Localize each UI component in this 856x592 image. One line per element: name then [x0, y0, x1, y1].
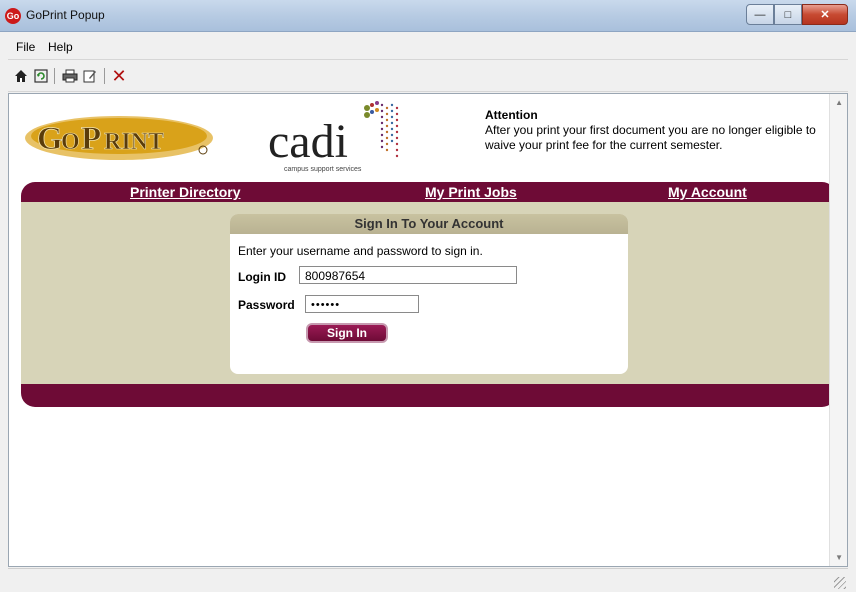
menu-help[interactable]: Help: [48, 40, 73, 54]
scroll-down-icon[interactable]: ▼: [835, 553, 843, 562]
toolbar-separator: [104, 68, 105, 84]
signin-instructions: Enter your username and password to sign…: [238, 244, 483, 258]
resize-grip-icon[interactable]: [834, 577, 846, 589]
toolbar: ✕: [8, 63, 848, 92]
close-window-button[interactable]: ✕: [802, 4, 848, 25]
toolbar-separator: [54, 68, 55, 84]
maximize-icon: □: [784, 8, 792, 21]
svg-text:campus support services: campus support services: [284, 166, 362, 173]
minimize-icon: —: [754, 8, 766, 21]
cadi-logo: cadi campus support services: [264, 99, 404, 175]
scroll-up-icon[interactable]: ▲: [835, 98, 843, 107]
attention-title: Attention: [485, 108, 538, 122]
svg-text:cadi: cadi: [268, 115, 348, 168]
edit-icon[interactable]: [81, 67, 99, 85]
goprint-app-icon: Go: [5, 8, 21, 24]
print-icon[interactable]: [61, 67, 79, 85]
nav-my-print-jobs[interactable]: My Print Jobs: [425, 184, 517, 200]
goprint-logo: G O P RINT: [23, 108, 218, 166]
refresh-icon[interactable]: [32, 67, 50, 85]
signin-heading: Sign In To Your Account: [230, 214, 628, 234]
footer-bar: [21, 384, 836, 407]
svg-text:RINT: RINT: [104, 129, 164, 155]
sign-in-button[interactable]: Sign In: [306, 323, 388, 343]
home-icon[interactable]: [12, 67, 30, 85]
status-bar: [8, 568, 848, 591]
svg-text:O: O: [61, 129, 80, 155]
window-title: GoPrint Popup: [26, 8, 105, 22]
signin-panel: Sign In To Your Account Enter your usern…: [230, 214, 628, 374]
vertical-scrollbar[interactable]: ▲ ▼: [829, 94, 847, 566]
attention-notice: Attention After you print your first doc…: [485, 108, 835, 153]
password-label: Password: [238, 298, 295, 312]
login-id-input[interactable]: 800987654: [299, 266, 517, 284]
svg-text:G: G: [37, 121, 63, 157]
main-nav: Printer Directory My Print Jobs My Accou…: [21, 182, 836, 202]
svg-text:P: P: [81, 121, 101, 157]
close-icon: ✕: [820, 9, 830, 21]
browser-viewport: G O P RINT cadi campus support services: [8, 93, 848, 567]
menu-bar: File Help: [8, 35, 848, 60]
maximize-button[interactable]: □: [774, 4, 802, 25]
nav-printer-directory[interactable]: Printer Directory: [130, 184, 240, 200]
attention-message: After you print your first document you …: [485, 123, 816, 152]
password-input[interactable]: ••••••: [305, 295, 419, 313]
app-window: Go GoPrint Popup — □ ✕ File Help ✕ G O P…: [0, 0, 856, 592]
menu-file[interactable]: File: [16, 40, 35, 54]
login-id-label: Login ID: [238, 270, 286, 284]
nav-my-account[interactable]: My Account: [668, 184, 747, 200]
window-controls: — □ ✕: [746, 4, 848, 25]
title-bar[interactable]: Go GoPrint Popup — □ ✕: [0, 0, 856, 32]
minimize-button[interactable]: —: [746, 4, 774, 25]
close-icon[interactable]: ✕: [110, 66, 128, 86]
